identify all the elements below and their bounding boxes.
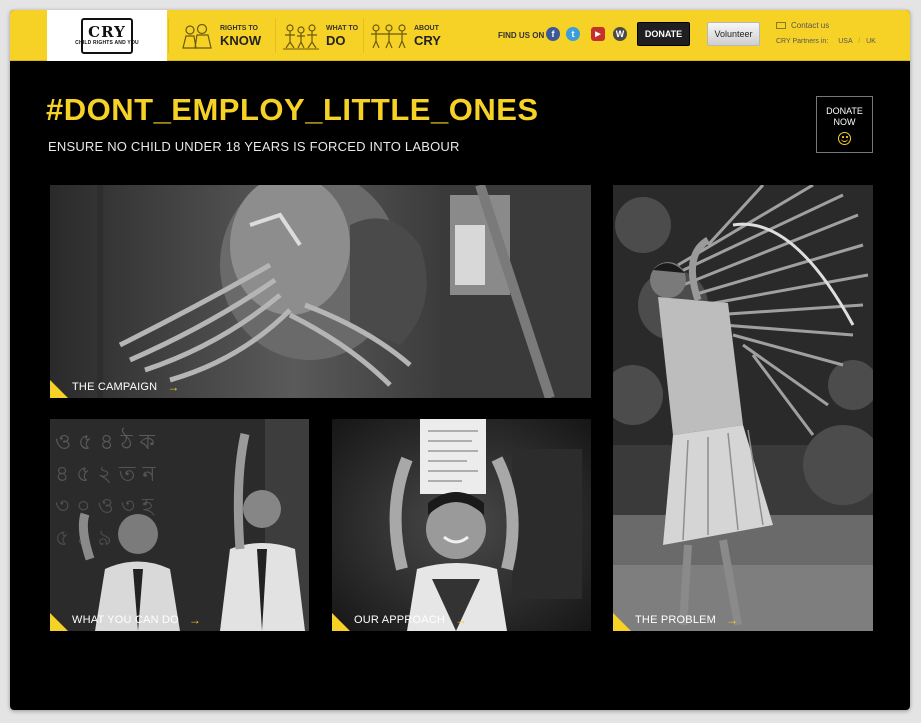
nav-divider [168,18,169,53]
corner-triangle [50,380,68,398]
corner-triangle [332,613,350,631]
nav-item-about-cry[interactable]: ABOUT CRY [370,20,441,52]
nav-label-big: KNOW [220,33,262,48]
smiley-icon [838,132,851,145]
partner-usa-link[interactable]: USA [838,38,852,45]
youtube-icon[interactable]: ▶ [591,27,605,41]
arrow-right-icon: → [167,380,180,394]
tile-label: WHAT YOU CAN DO → [50,609,201,631]
donate-now-line1: DONATE [826,106,863,116]
facebook-icon[interactable]: f [546,27,560,41]
logo-mark: CRY [88,23,126,41]
nav-divider [363,18,364,53]
tile-the-campaign[interactable]: THE CAMPAIGN → [50,185,591,398]
nav-label-small: ABOUT [414,25,439,32]
nav-item-what-to-do[interactable]: WHAT TO DO [282,20,358,52]
arrow-right-icon: → [455,613,468,627]
corner-triangle [613,613,631,631]
svg-text:ও ৫ ৪ ঠ ক: ও ৫ ৪ ঠ ক [55,428,155,455]
people-chain-icon [370,22,408,50]
page-frame: CRY CHILD RIGHTS AND YOU RIGHTS TO KNOW [10,10,910,710]
page-title: #DONT_EMPLOY_LITTLE_ONES [46,92,539,127]
contact-us-label: Contact us [791,21,830,30]
nav-label-big: CRY [414,33,441,48]
nav-divider [275,18,276,53]
nav-label-small: WHAT TO [326,25,359,32]
tile-label: OUR APPROACH → [332,609,467,631]
twitter-icon[interactable]: t [566,27,580,41]
find-us-label: FIND US ON [498,31,545,40]
nav-label-small: RIGHTS TO [220,25,258,32]
logo-subtitle: CHILD RIGHTS AND YOU [75,40,139,46]
corner-triangle [50,613,68,631]
arrow-right-icon: → [726,613,739,627]
tile-title: THE CAMPAIGN [72,381,158,393]
campaign-photo [50,185,591,398]
partners-label: CRY Partners in: [776,38,829,45]
partners-line: CRY Partners in: USA / UK [776,38,876,45]
tile-title: WHAT YOU CAN DO [72,614,179,626]
children-group-icon [180,22,214,50]
donate-button[interactable]: DONATE [637,22,690,46]
cry-logo[interactable]: CRY CHILD RIGHTS AND YOU [47,10,167,61]
arrow-right-icon: → [188,613,201,627]
youtube-glyph: ▶ [595,31,601,38]
tile-our-approach[interactable]: OUR APPROACH → [332,419,591,631]
tile-what-you-can-do[interactable]: ও ৫ ৪ ঠ ক ৪ ৫ ২ ত ন ৩ ০ ও ৩ হ ৫ ৪ ৯ ৬ গ … [50,419,309,631]
logo-mark-box: CRY CHILD RIGHTS AND YOU [75,17,139,54]
family-icon [282,22,320,50]
wordpress-icon[interactable]: W [613,27,627,41]
tile-title: OUR APPROACH [354,614,446,626]
wordpress-glyph: W [615,29,625,39]
nav-item-rights-to-know[interactable]: RIGHTS TO KNOW [180,20,261,52]
page-subtitle: ENSURE NO CHILD UNDER 18 YEARS IS FORCED… [48,139,460,154]
the-problem-photo [613,185,873,631]
our-approach-photo [332,419,591,631]
nav-label-big: DO [326,33,346,48]
volunteer-button[interactable]: Volunteer [707,22,760,46]
contact-us-link[interactable]: Contact us [776,21,829,30]
tile-the-problem[interactable]: THE PROBLEM → [613,185,873,631]
svg-text:৪ ৫ ২ ত ন: ৪ ৫ ২ ত ন [55,462,156,487]
top-header: CRY CHILD RIGHTS AND YOU RIGHTS TO KNOW [10,10,910,61]
what-you-can-do-photo: ও ৫ ৪ ঠ ক ৪ ৫ ২ ত ন ৩ ০ ও ৩ হ ৫ ৪ ৯ ৬ গ [50,419,309,631]
donate-now-line2: NOW [833,117,856,127]
donate-now-button[interactable]: DONATE NOW [816,96,873,153]
mail-icon [776,22,786,29]
partners-separator: / [858,38,861,45]
tile-label: THE CAMPAIGN → [50,376,179,398]
facebook-glyph: f [551,29,555,39]
partner-uk-link[interactable]: UK [866,38,876,45]
tile-label: THE PROBLEM → [613,609,738,631]
twitter-glyph: t [571,29,575,39]
tile-title: THE PROBLEM [635,614,717,626]
